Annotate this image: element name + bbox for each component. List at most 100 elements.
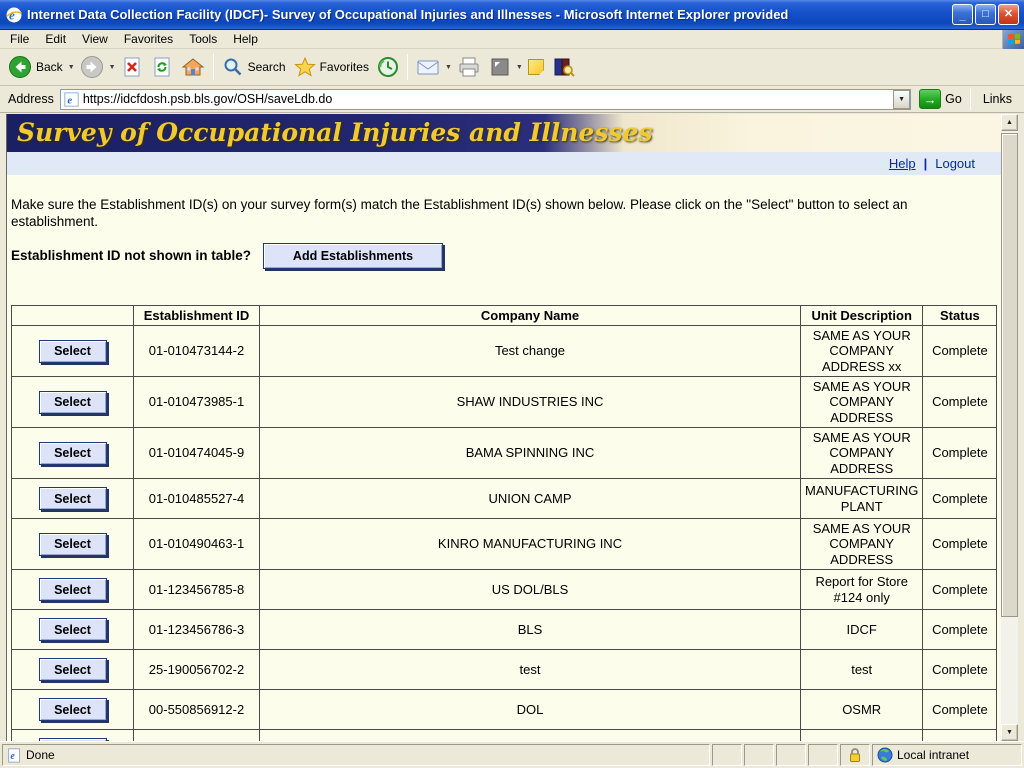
status-cell: Complete (923, 570, 997, 610)
table-row: Select01-123456786-3BLSIDCFComplete (12, 610, 997, 650)
close-button[interactable]: ✕ (998, 4, 1019, 25)
select-button[interactable]: Select (39, 698, 107, 721)
zone-label: Local intranet (897, 748, 969, 762)
unit-description-cell: SAME AS YOUR COMPANY ADDRESS (801, 428, 923, 479)
status-cell: Complete (923, 519, 997, 570)
toolbar-separator (407, 54, 408, 80)
header-status: Status (923, 305, 997, 325)
discuss-note-icon (528, 59, 544, 75)
research-icon (552, 56, 576, 78)
home-button[interactable] (177, 54, 209, 80)
favorites-button[interactable]: Favorites (290, 54, 373, 80)
header-select (12, 305, 134, 325)
select-button[interactable]: Select (39, 533, 107, 556)
mail-dropdown[interactable]: ▼ (444, 64, 453, 71)
search-button[interactable]: Search (218, 54, 290, 80)
company-name-cell: Test change (260, 326, 801, 377)
toolbar-separator (213, 54, 214, 80)
url-text: https://idcfdosh.psb.bls.gov/OSH/saveLdb… (83, 92, 893, 106)
add-establishments-button[interactable]: Add Establishments (263, 243, 443, 269)
unit-description-cell: Engineering (801, 730, 923, 741)
select-cell: Select (12, 610, 134, 650)
scrollbar-thumb[interactable] (1001, 133, 1018, 617)
menu-help[interactable]: Help (225, 30, 266, 48)
mail-button[interactable] (412, 55, 444, 79)
table-row: Select00-550856912-2DOLOSMRComplete (12, 690, 997, 730)
page-ie-icon: e (64, 92, 79, 107)
maximize-icon: □ (982, 9, 989, 20)
print-icon (457, 56, 481, 78)
select-button[interactable]: Select (39, 578, 107, 601)
edit-dropdown[interactable]: ▼ (515, 64, 524, 71)
address-dropdown[interactable]: ▼ (893, 90, 910, 109)
unit-description-cell: test (801, 650, 923, 690)
address-label: Address (4, 92, 60, 106)
scroll-up-button[interactable]: ▲ (1001, 114, 1018, 131)
minimize-button[interactable]: _ (952, 4, 973, 25)
mail-icon (416, 57, 440, 77)
stop-button[interactable] (117, 54, 147, 80)
edit-button[interactable] (485, 54, 515, 80)
establishment-id-cell: 01-010490463-1 (134, 519, 260, 570)
address-input[interactable]: e https://idcfdosh.psb.bls.gov/OSH/saveL… (60, 89, 911, 110)
scroll-down-button[interactable]: ▼ (1001, 724, 1018, 741)
establishment-id-cell: 25-190056702-2 (134, 650, 260, 690)
lock-icon (848, 747, 862, 763)
status-page-icon: e (7, 748, 22, 763)
back-dropdown[interactable]: ▼ (67, 64, 76, 71)
menu-file[interactable]: File (2, 30, 37, 48)
logout-link[interactable]: Logout (935, 156, 975, 171)
window-title: Internet Data Collection Facility (IDCF)… (27, 7, 952, 22)
menu-view[interactable]: View (74, 30, 116, 48)
back-label: Back (36, 60, 63, 74)
establishment-id-cell: 01-010485527-4 (134, 479, 260, 519)
back-button[interactable]: Back (4, 53, 67, 81)
menu-edit[interactable]: Edit (37, 30, 74, 48)
company-name-cell: BLS (260, 610, 801, 650)
title-bar: e Internet Data Collection Facility (IDC… (0, 0, 1024, 30)
table-row: Select 01-010490463-1KINRO MANUFACTURING … (12, 519, 997, 570)
links-menu[interactable]: Links (975, 92, 1020, 106)
globe-icon (877, 747, 893, 763)
establishment-id-cell: 00-550856912-2 (134, 690, 260, 730)
select-cell: Select (12, 519, 134, 570)
discuss-button[interactable] (524, 57, 548, 77)
research-button[interactable] (548, 54, 580, 80)
vertical-scrollbar[interactable]: ▲ ▼ (1001, 114, 1018, 741)
unit-description-cell: SAME AS YOUR COMPANY ADDRESS xx (801, 326, 923, 377)
status-pane-empty (744, 744, 774, 766)
select-cell: Select (12, 690, 134, 730)
forward-button[interactable] (76, 53, 108, 81)
status-pane-empty (712, 744, 742, 766)
zone-pane: Local intranet (872, 744, 1022, 766)
forward-dropdown[interactable]: ▼ (108, 64, 117, 71)
select-button[interactable]: Select (39, 340, 107, 363)
select-button[interactable]: Select (39, 391, 107, 414)
help-link[interactable]: Help (889, 156, 916, 171)
select-button[interactable]: Select (39, 487, 107, 510)
establishment-id-cell: 00-007654291-7 (134, 730, 260, 741)
history-button[interactable] (373, 54, 403, 80)
select-button[interactable]: Select (39, 658, 107, 681)
company-name-cell: KINRO MANUFACTURING INC (260, 519, 801, 570)
company-name-cell: test (260, 650, 801, 690)
select-button[interactable]: Select (39, 442, 107, 465)
establishment-id-cell: 01-123456786-3 (134, 610, 260, 650)
select-cell: Select (12, 570, 134, 610)
establishment-id-cell: 01-010473144-2 (134, 326, 260, 377)
status-pane-empty (776, 744, 806, 766)
banner: Survey of Occupational Injuries and Illn… (7, 114, 1001, 152)
maximize-button[interactable]: □ (975, 4, 996, 25)
menu-favorites[interactable]: Favorites (116, 30, 181, 48)
status-cell: Complete (923, 326, 997, 377)
svg-text:e: e (9, 7, 15, 22)
company-name-cell: BAMA SPINNING INC (260, 428, 801, 479)
menu-tools[interactable]: Tools (181, 30, 225, 48)
select-button[interactable]: Select (39, 618, 107, 641)
table-row: Select01-010473985-1SHAW INDUSTRIES INCS… (12, 377, 997, 428)
print-button[interactable] (453, 54, 485, 80)
stop-icon (121, 56, 143, 78)
go-button[interactable]: → Go (919, 89, 962, 109)
refresh-button[interactable] (147, 54, 177, 80)
status-pane: e Done (2, 744, 710, 766)
